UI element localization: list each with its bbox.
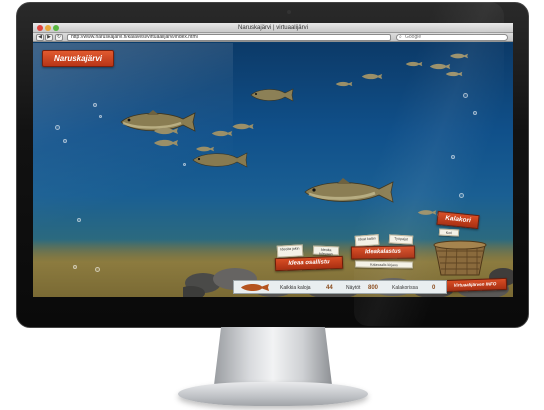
- fish-count-label: Kaikkia kaloja: [280, 285, 311, 291]
- camera-icon: [287, 10, 291, 14]
- fish-trout-large-right[interactable]: [301, 177, 397, 207]
- fish-count-value: 44: [326, 285, 333, 291]
- back-button[interactable]: ◀: [36, 34, 44, 41]
- fish-small[interactable]: [211, 130, 233, 137]
- ideas-note-mid[interactable]: Ideoita tulevaan: [312, 245, 340, 256]
- bubble: [99, 115, 102, 118]
- bubble: [451, 155, 455, 159]
- sites-label: Näytöt: [346, 285, 361, 291]
- search-input[interactable]: ⌕ Google: [396, 34, 508, 41]
- fish-small[interactable]: [195, 146, 215, 152]
- bubble: [73, 265, 77, 269]
- sunlight-rays: [33, 43, 233, 243]
- catch-basket-sign[interactable]: Kalakori: [436, 210, 480, 230]
- forward-button[interactable]: ▶: [45, 34, 53, 41]
- browser-titlebar: Naruskajärvi | virtuaalijärvi: [33, 23, 513, 33]
- fish-small[interactable]: [445, 71, 463, 77]
- catch-count-value: 0: [432, 285, 436, 291]
- bubble: [183, 163, 186, 166]
- monitor-stand-base: [178, 382, 368, 406]
- virtual-lake-scene[interactable]: Naruskajärvi Ideoita jokin Ideoita tulev…: [33, 43, 513, 297]
- bubble: [463, 93, 468, 98]
- status-panel: Kaikkia kaloja 44 Näytöt 800 Kalakorissa…: [233, 280, 447, 294]
- browser-toolbar: ◀ ▶ ↻ http://www.naruskajarvi.fi/kalaves…: [33, 33, 513, 42]
- workshop-note[interactable]: Työpajat: [388, 234, 414, 245]
- window-title: Naruskajärvi | virtuaalijärvi: [238, 25, 308, 31]
- reload-button[interactable]: ↻: [55, 34, 63, 41]
- app-logo[interactable]: Naruskajärvi: [42, 50, 114, 67]
- fish-trout-mid[interactable]: [191, 151, 249, 169]
- fish-trout[interactable]: [249, 87, 295, 103]
- fish-small[interactable]: [231, 123, 255, 130]
- fish-small[interactable]: [361, 73, 383, 80]
- info-sign[interactable]: Virtuaalijärven INFO: [442, 277, 508, 293]
- bubble: [55, 125, 60, 130]
- bubble: [473, 111, 477, 115]
- search-placeholder: Google: [405, 34, 422, 40]
- bubble: [95, 267, 100, 272]
- catch-label: Kalakorissa: [392, 285, 418, 291]
- sites-count-value: 800: [368, 285, 379, 291]
- bubble: [77, 218, 81, 222]
- bubble: [63, 139, 67, 143]
- fish-small[interactable]: [417, 209, 437, 216]
- address-bar[interactable]: http://www.naruskajarvi.fi/kalavesi/virt…: [67, 34, 391, 41]
- fishlist-sign[interactable]: Ideakalastus: [350, 245, 416, 260]
- fish-icon: [241, 283, 269, 292]
- basket-icon[interactable]: [431, 233, 489, 277]
- fish-small[interactable]: [405, 61, 423, 67]
- monitor-stand: [214, 327, 332, 385]
- ideas-note-left[interactable]: Ideoita jokin: [276, 244, 304, 258]
- bubble: [459, 193, 464, 198]
- bubble: [93, 103, 97, 107]
- basket-note[interactable]: Kori: [438, 228, 460, 237]
- updates-sign[interactable]: Ideaa osallistu: [274, 255, 344, 272]
- catch-log-note[interactable]: Kalasaalis kirjaus: [354, 260, 414, 269]
- fish-small[interactable]: [335, 81, 353, 87]
- search-icon: ⌕: [399, 34, 402, 40]
- fish-small[interactable]: [153, 139, 179, 147]
- idea-note-fish[interactable]: Ideat kalan: [354, 234, 380, 247]
- fish-small[interactable]: [429, 63, 451, 70]
- fish-small[interactable]: [153, 127, 179, 135]
- fish-small[interactable]: [449, 53, 469, 59]
- browser-window: Naruskajärvi | virtuaalijärvi ◀ ▶ ↻ http…: [33, 23, 513, 297]
